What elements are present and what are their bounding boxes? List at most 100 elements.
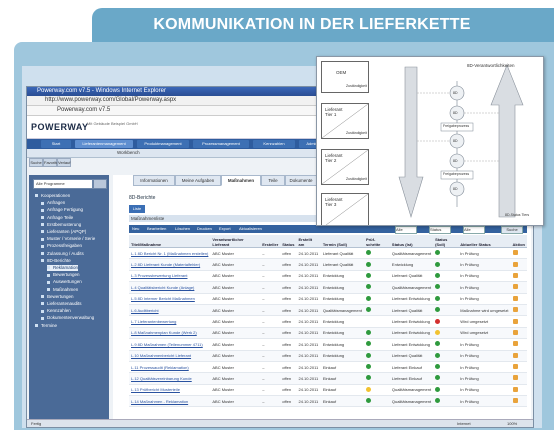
sidebar-item[interactable]: Auswertungen xyxy=(47,279,82,285)
column-header[interactable]: Ersteller xyxy=(260,235,281,248)
action-cell[interactable] xyxy=(510,372,527,385)
edit-icon[interactable] xyxy=(512,250,518,256)
side-tab-search[interactable]: Suche xyxy=(29,158,43,167)
edit-icon[interactable] xyxy=(512,329,518,335)
sidebar-item[interactable]: Dokumentenverwaltung xyxy=(41,315,94,321)
row-title-link[interactable]: L.6 Auditbericht xyxy=(129,304,211,317)
toolbar-print-button[interactable]: Drucken xyxy=(197,226,212,232)
table-row[interactable]: L.9 8D Maßnahmen (Teilenummer 4711) ABC M… xyxy=(129,338,527,351)
row-title-link[interactable]: L.2 8D Lieferant Kunde (Materialfehler) xyxy=(129,258,211,271)
action-cell[interactable] xyxy=(510,247,527,260)
sidebar-item[interactable]: Zulassung / Audits xyxy=(41,251,84,257)
tab-dokumente[interactable]: Dokumente xyxy=(285,175,317,186)
column-header[interactable]: Erstellt am xyxy=(296,235,321,248)
sidebar-item[interactable]: Erstbemusterung xyxy=(41,222,81,228)
edit-icon[interactable] xyxy=(512,272,518,278)
sidebar-item[interactable]: Kennzahlen xyxy=(41,308,71,314)
table-row[interactable]: L.2 8D Lieferant Kunde (Materialfehler) A… xyxy=(129,258,527,271)
column-header[interactable]: Aktueller Status xyxy=(458,235,511,248)
table-row[interactable]: L.6 Auditbericht ABC Muster – offen 24.10.20… xyxy=(129,304,527,317)
sidebar-item[interactable]: Maßnahmen xyxy=(47,287,78,293)
toolbar-edit-button[interactable]: Bearbeiten xyxy=(147,226,166,232)
nav-item-start[interactable]: Start xyxy=(41,140,71,148)
action-cell[interactable] xyxy=(510,361,527,374)
row-title-link[interactable]: L.1 8D Bericht Nr. 1 (Maßnahmen erstelle… xyxy=(129,247,211,260)
side-tab-history[interactable]: Verlauf xyxy=(57,158,71,167)
edit-icon[interactable] xyxy=(512,341,518,347)
row-title-link[interactable]: L.11 Prozessaudit (Reklamation) xyxy=(129,361,211,374)
nav-item-prozessmanagement[interactable]: Prozessmanagement xyxy=(193,140,249,148)
edit-icon[interactable] xyxy=(512,352,518,358)
table-row[interactable]: L.11 Prozessaudit (Reklamation) ABC Muste… xyxy=(129,361,527,374)
tab-informationen[interactable]: Informationen xyxy=(133,175,175,186)
action-cell[interactable] xyxy=(510,281,527,294)
edit-icon[interactable] xyxy=(512,284,518,290)
table-row[interactable]: L.12 Qualitätsvereinbarung Kunde ABC Must… xyxy=(129,372,527,385)
toolbar-refresh-button[interactable]: Aktualisieren xyxy=(239,226,262,232)
edit-icon[interactable] xyxy=(512,307,518,313)
edit-icon[interactable] xyxy=(512,398,518,404)
row-title-link[interactable]: L.7 Lieferantenbewertung xyxy=(129,315,211,328)
row-title-link[interactable]: L.10 Maßnahmenbericht Lieferant xyxy=(129,350,211,362)
toolbar-new-button[interactable]: Neu xyxy=(132,226,139,232)
toolbar-delete-button[interactable]: Löschen xyxy=(175,226,190,232)
action-cell[interactable] xyxy=(510,270,527,283)
table-row[interactable]: L.5 8D Interner Bericht Maßnahmen ABC Mus… xyxy=(129,293,527,305)
sidebar-item[interactable]: Bewertungen xyxy=(41,294,74,300)
table-row[interactable]: L.13 Prüfbericht Musterteile ABC Muster – o… xyxy=(129,384,527,397)
sidebar-item[interactable]: Bewertungen xyxy=(47,272,80,278)
sidebar-item[interactable]: Anfrage Fertigung xyxy=(41,207,83,213)
table-row[interactable]: L.8 Maßnahmenplan Kunde (Werk 2) ABC Must… xyxy=(129,327,527,340)
edit-icon[interactable] xyxy=(512,375,518,381)
column-header[interactable]: Status (Soll) xyxy=(433,235,459,248)
sidebar-item[interactable]: Prozessfreigaben xyxy=(41,243,82,249)
sidebar-item[interactable]: Muster / Vorserie / Serie xyxy=(41,236,95,242)
side-tab-favorites[interactable]: Favoriten xyxy=(43,158,61,167)
nav-item-produktmanagement[interactable]: Produktmanagement xyxy=(137,140,189,148)
sidebar-item[interactable]: Lieferanten (APQP) xyxy=(41,229,86,235)
list-tab[interactable]: Liste xyxy=(129,205,145,213)
action-cell[interactable] xyxy=(510,293,527,305)
row-title-link[interactable]: L.12 Qualitätsvereinbarung Kunde xyxy=(129,372,211,385)
table-row[interactable]: L.7 Lieferantenbewertung ABC Muster – offen… xyxy=(129,315,527,328)
action-cell[interactable] xyxy=(510,315,527,328)
powerway-logo[interactable]: POWERWAY xyxy=(31,122,89,132)
row-title-link[interactable]: L.9 8D Maßnahmen (Teilenummer 4711) xyxy=(129,338,211,351)
column-header[interactable]: Status xyxy=(280,235,297,248)
row-title-link[interactable]: L.13 Prüfbericht Musterteile xyxy=(129,384,211,397)
sidebar-item[interactable]: Anfragen xyxy=(41,200,65,206)
nav-item-lieferantenmanagement[interactable]: Lieferantenmanagement xyxy=(75,140,133,148)
table-row[interactable]: L.4 Qualitätsbericht Kunde (Anlage) ABC M… xyxy=(129,281,527,294)
sidebar-item[interactable]: Kooperationen xyxy=(35,193,70,199)
table-row[interactable]: L.1 8D Bericht Nr. 1 (Maßnahmen erstelle… xyxy=(129,247,527,260)
column-header[interactable]: Status (Ist) xyxy=(389,235,434,248)
action-cell[interactable] xyxy=(510,327,527,340)
sidebar-item[interactable]: 8D-Berichte xyxy=(41,258,71,264)
table-row[interactable]: L.3 Prozessbewertung Lieferant ABC Muster… xyxy=(129,270,527,283)
table-row[interactable]: L.14 Maßnahmen - Reklamation ABC Muster – o… xyxy=(129,395,527,408)
row-title-link[interactable]: L.3 Prozessbewertung Lieferant xyxy=(129,270,211,283)
action-cell[interactable] xyxy=(510,395,527,408)
edit-icon[interactable] xyxy=(512,295,518,301)
edit-icon[interactable] xyxy=(512,261,518,267)
sidebar-item[interactable]: Anfrage Teile xyxy=(41,215,73,221)
action-cell[interactable] xyxy=(510,350,527,362)
program-select-go-button[interactable] xyxy=(93,179,107,189)
filter-select-1[interactable]: Alle xyxy=(395,226,417,234)
nav-item-kennzahlen[interactable]: Kennzahlen xyxy=(253,140,295,148)
tab-massnahmen[interactable]: Maßnahmen xyxy=(221,175,261,186)
edit-icon[interactable] xyxy=(512,386,518,392)
table-row[interactable]: L.10 Maßnahmenbericht Lieferant ABC Muste… xyxy=(129,350,527,362)
action-cell[interactable] xyxy=(510,304,527,317)
column-header[interactable]: Prüf-schritte xyxy=(363,235,390,248)
row-title-link[interactable]: L.14 Maßnahmen - Reklamation xyxy=(129,395,211,408)
sidebar-item[interactable]: Termine xyxy=(35,323,57,329)
column-header[interactable]: Titel/Maßnahme xyxy=(129,235,211,248)
row-title-link[interactable]: L.4 Qualitätsbericht Kunde (Anlage) xyxy=(129,281,211,294)
column-header[interactable]: Termin (Soll) xyxy=(320,235,364,248)
tab-meine-aufgaben[interactable]: Meine Aufgaben xyxy=(175,175,221,186)
program-select[interactable]: Alle Programme xyxy=(33,179,93,189)
column-header[interactable]: Verantwortlicher Lieferant xyxy=(210,235,261,248)
favorite-link[interactable]: Powerway.com v7.5 xyxy=(57,107,110,113)
edit-icon[interactable] xyxy=(512,318,518,324)
